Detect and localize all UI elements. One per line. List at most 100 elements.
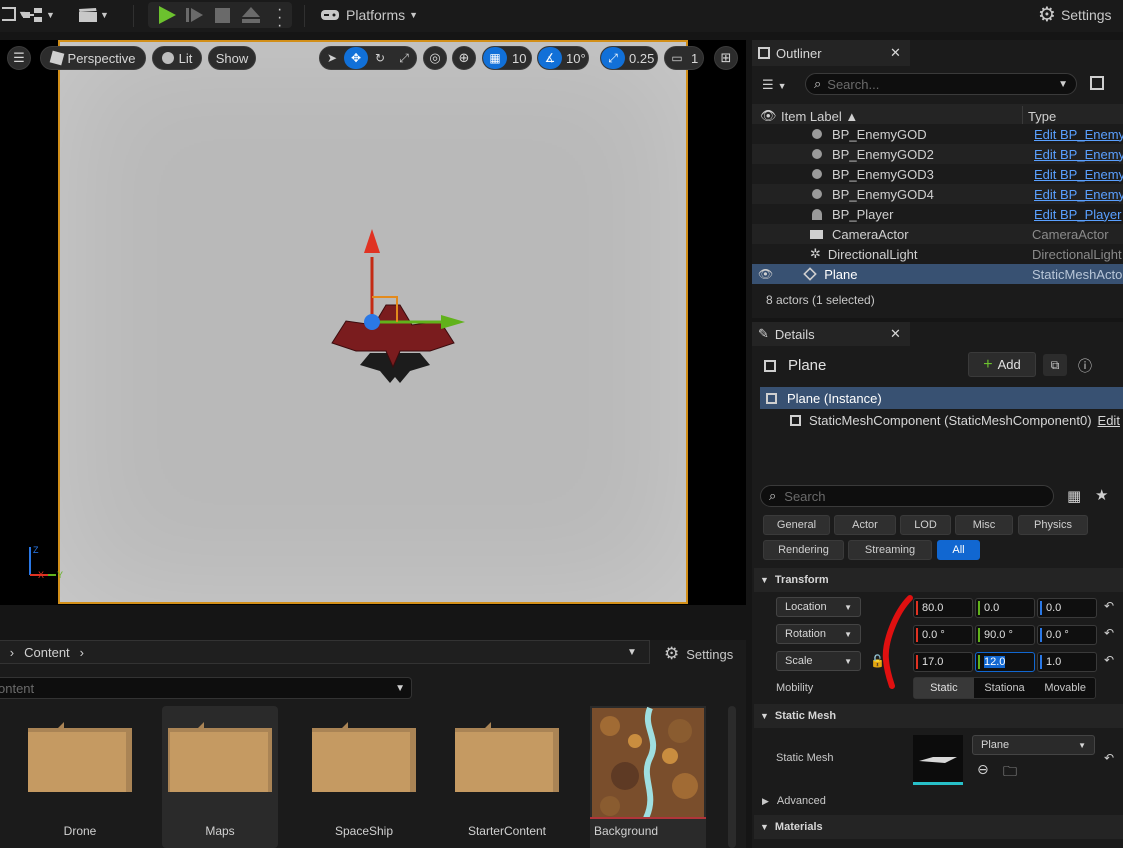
select-tool-icon[interactable]: ➤ — [320, 47, 344, 69]
add-component-button[interactable]: + Add — [968, 352, 1036, 377]
list-item[interactable]: BP_Player Edit BP_Player — [752, 204, 1123, 224]
rotate-tool-icon[interactable]: ↻ — [368, 47, 392, 69]
chevron-down-icon[interactable]: ▼ — [1058, 79, 1068, 90]
blueprint-button[interactable]: ▼ — [22, 7, 55, 23]
location-x-field[interactable]: 80.0 — [913, 598, 973, 618]
location-dropdown[interactable]: Location ▼ — [776, 597, 861, 617]
lighting-mode-button[interactable]: Lit — [152, 46, 202, 70]
category-all[interactable]: All — [937, 540, 980, 560]
scale-snap-value[interactable]: 0.25 — [629, 51, 654, 66]
category-streaming[interactable]: Streaming — [848, 540, 932, 560]
grid-icon[interactable]: ▦ — [483, 47, 507, 69]
play-icon[interactable] — [156, 5, 178, 25]
browse-asset-icon[interactable]: 🗀 — [1003, 761, 1017, 785]
folder-drone[interactable]: Drone — [22, 706, 138, 848]
view-mode-button[interactable]: Perspective — [40, 46, 146, 70]
table-view-icon[interactable]: ▦ — [1067, 487, 1081, 505]
scale-snap-group[interactable]: ⤢ 0.25 — [600, 46, 658, 70]
settings-button[interactable]: ⚙ Settings — [1038, 5, 1112, 25]
cinematics-button[interactable]: ▼ — [78, 7, 109, 23]
camera-speed-group[interactable]: ▭ 1 — [664, 46, 704, 70]
eye-icon[interactable]: 👁 — [758, 267, 773, 281]
scale-y-field[interactable]: 12.0 — [975, 652, 1035, 672]
move-tool-icon[interactable]: ✥ — [344, 47, 368, 69]
rotation-x-field[interactable]: 0.0 ° — [913, 625, 973, 645]
advance-frame-icon[interactable] — [185, 6, 205, 24]
folder-startercontent[interactable]: StarterContent — [449, 706, 565, 848]
transform-section[interactable]: ▼ Transform — [754, 568, 1123, 592]
item-type[interactable]: Edit BP_EnemyG — [1034, 187, 1123, 202]
scale-x-field[interactable]: 17.0 — [913, 652, 973, 672]
component-instance-row[interactable]: Plane (Instance) — [760, 387, 1123, 409]
reset-icon[interactable]: ↶ — [1104, 599, 1114, 613]
mobility-movable[interactable]: Movable — [1035, 678, 1095, 698]
scale-tool-icon[interactable]: ⤢ — [392, 47, 416, 69]
angle-icon[interactable]: ∡ — [538, 47, 562, 69]
location-z-field[interactable]: 0.0 — [1037, 598, 1097, 618]
static-mesh-dropdown[interactable]: Plane ▼ — [972, 735, 1095, 755]
scale-snap-icon[interactable]: ⤢ — [601, 47, 625, 69]
chevron-down-icon[interactable]: ▼ — [395, 683, 405, 694]
mobility-static[interactable]: Static — [914, 678, 974, 698]
filter-button[interactable]: ☰ ▼ — [762, 77, 787, 93]
list-item[interactable]: BP_EnemyGOD4 Edit BP_EnemyG — [752, 184, 1123, 204]
list-item[interactable]: ✲ DirectionalLight DirectionalLight — [752, 244, 1123, 264]
scale-z-field[interactable]: 1.0 — [1037, 652, 1097, 672]
rotation-z-field[interactable]: 0.0 ° — [1037, 625, 1097, 645]
camera-icon[interactable]: ▭ — [665, 47, 689, 69]
list-item[interactable]: CameraActor CameraActor — [752, 224, 1123, 244]
asset-background[interactable]: Background — [590, 706, 706, 848]
list-item[interactable]: BP_EnemyGOD Edit BP_EnemyG — [752, 124, 1123, 144]
rotation-snap-value[interactable]: 10° — [566, 51, 586, 66]
grid-snap-value[interactable]: 10 — [512, 51, 526, 66]
z-axis-arrow[interactable] — [364, 229, 380, 253]
item-type[interactable]: Edit BP_EnemyG — [1034, 167, 1123, 182]
stop-icon[interactable] — [215, 8, 230, 23]
category-physics[interactable]: Physics — [1018, 515, 1088, 535]
col-type[interactable]: Type — [1028, 109, 1056, 124]
add-folder-icon[interactable] — [1090, 76, 1104, 90]
mesh-thumbnail[interactable] — [913, 735, 963, 785]
folder-maps[interactable]: Maps — [162, 706, 278, 848]
static-mesh-section[interactable]: ▼ Static Mesh — [754, 704, 1123, 728]
location-y-field[interactable]: 0.0 — [975, 598, 1035, 618]
help-icon[interactable]: ⓘ — [1078, 356, 1092, 376]
list-item[interactable]: BP_EnemyGOD3 Edit BP_EnemyG — [752, 164, 1123, 184]
list-item-selected[interactable]: 👁 Plane StaticMeshActor — [752, 264, 1123, 284]
blueprint-icon[interactable]: ⧉ — [1043, 354, 1067, 376]
chevron-down-icon[interactable]: ▼ — [627, 647, 637, 658]
item-type[interactable]: Edit BP_EnemyG — [1034, 127, 1123, 142]
component-edit-link[interactable]: Edit — [1098, 413, 1120, 428]
cb-settings-button[interactable]: ⚙ Settings — [664, 644, 733, 664]
rotation-y-field[interactable]: 90.0 ° — [975, 625, 1035, 645]
surface-snap-icon[interactable]: ⊕ — [452, 46, 476, 70]
item-type[interactable]: Edit BP_EnemyG — [1034, 147, 1123, 162]
rotation-dropdown[interactable]: Rotation ▼ — [776, 624, 861, 644]
details-search-input[interactable]: ⌕ Search — [760, 485, 1054, 507]
cb-scrollbar[interactable] — [728, 706, 736, 848]
details-tab[interactable]: ✎ Details ✕ — [752, 322, 910, 346]
eye-icon[interactable]: 👁 — [760, 108, 777, 124]
star-icon[interactable]: ★ — [1095, 486, 1108, 504]
show-button[interactable]: Show — [208, 46, 256, 70]
grid-snap-group[interactable]: ▦ 10 — [482, 46, 532, 70]
platforms-button[interactable]: Platforms ▼ — [320, 7, 418, 23]
rotation-snap-group[interactable]: ∡ 10° — [537, 46, 589, 70]
gizmo-center[interactable] — [364, 314, 380, 330]
y-axis-arrow[interactable] — [441, 315, 465, 329]
cb-search-input[interactable]: ontent ▼ — [0, 677, 412, 699]
materials-section[interactable]: ▼ Materials — [754, 815, 1123, 839]
outliner-tab[interactable]: Outliner ✕ — [752, 40, 910, 66]
breadcrumb-content[interactable]: Content — [24, 645, 70, 660]
layout-icon[interactable]: ⊞ — [714, 46, 738, 70]
mobility-stationary[interactable]: Stationa — [974, 678, 1036, 698]
folder-spaceship[interactable]: SpaceShip — [306, 706, 422, 848]
coordinate-space-icon[interactable]: ◎ — [423, 46, 447, 70]
category-actor[interactable]: Actor — [834, 515, 896, 535]
camera-speed-value[interactable]: 1 — [691, 51, 698, 66]
use-selected-icon[interactable]: ⊖ — [977, 761, 989, 778]
col-item-label[interactable]: Item Label ▲ — [781, 109, 858, 124]
category-lod[interactable]: LOD — [900, 515, 951, 535]
category-misc[interactable]: Misc — [955, 515, 1013, 535]
category-rendering[interactable]: Rendering — [763, 540, 844, 560]
